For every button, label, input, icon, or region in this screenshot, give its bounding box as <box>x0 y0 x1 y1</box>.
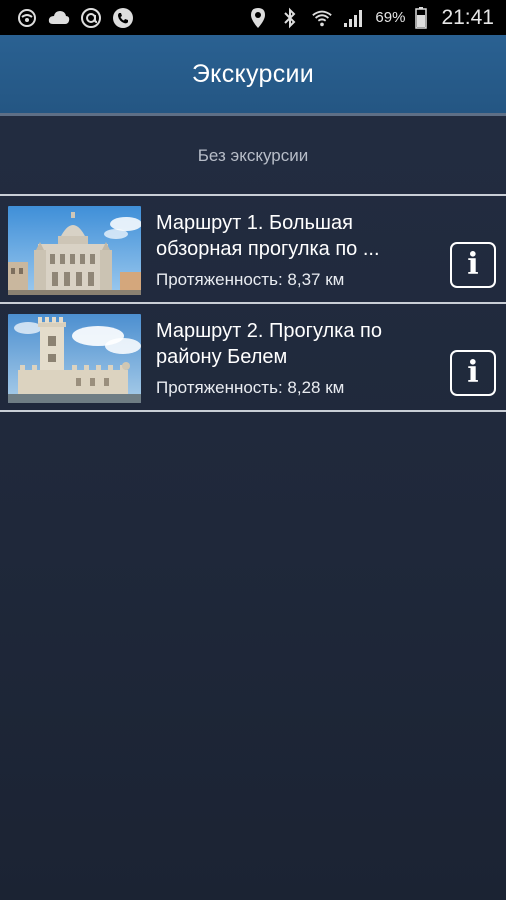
info-button[interactable]: i <box>450 350 496 396</box>
church-dome-photo <box>8 206 141 295</box>
cloud-icon <box>48 7 70 29</box>
battery-percent: 69% <box>375 9 406 26</box>
route-length: Протяженность: 8,28 км <box>156 378 345 397</box>
route-title: Маршрут 2. Прогулка по району Белем <box>156 320 382 368</box>
battery-icon <box>415 6 428 29</box>
signal-icon <box>343 7 365 29</box>
bluetooth-icon <box>279 7 301 29</box>
info-icon: i <box>467 247 479 282</box>
status-bar: 69% 21:41 <box>0 0 506 35</box>
page-title: Экскурсии <box>191 59 315 88</box>
wifi-alt-icon <box>16 7 38 29</box>
route-length: Протяженность: 8,37 км <box>156 270 345 289</box>
no-tour-option[interactable]: Без экскурсии <box>0 118 506 196</box>
no-tour-label: Без экскурсии <box>197 146 309 165</box>
route-item[interactable]: Маршрут 2. Прогулка по району Белем Прот… <box>0 306 506 412</box>
tower-photo <box>8 314 141 403</box>
route-title: Маршрут 1. Большая обзорная прогулка по … <box>156 212 380 260</box>
location-icon <box>247 7 269 29</box>
at-icon <box>80 7 102 29</box>
info-icon: i <box>467 355 479 390</box>
clock: 21:41 <box>441 5 494 29</box>
phone-icon <box>112 7 134 29</box>
app-bar: Экскурсии <box>0 35 506 116</box>
route-item[interactable]: Маршрут 1. Большая обзорная прогулка по … <box>0 198 506 304</box>
status-left <box>16 7 134 29</box>
info-button[interactable]: i <box>450 242 496 288</box>
wifi-icon <box>311 7 333 29</box>
status-right: 69% 21:41 <box>247 6 494 30</box>
